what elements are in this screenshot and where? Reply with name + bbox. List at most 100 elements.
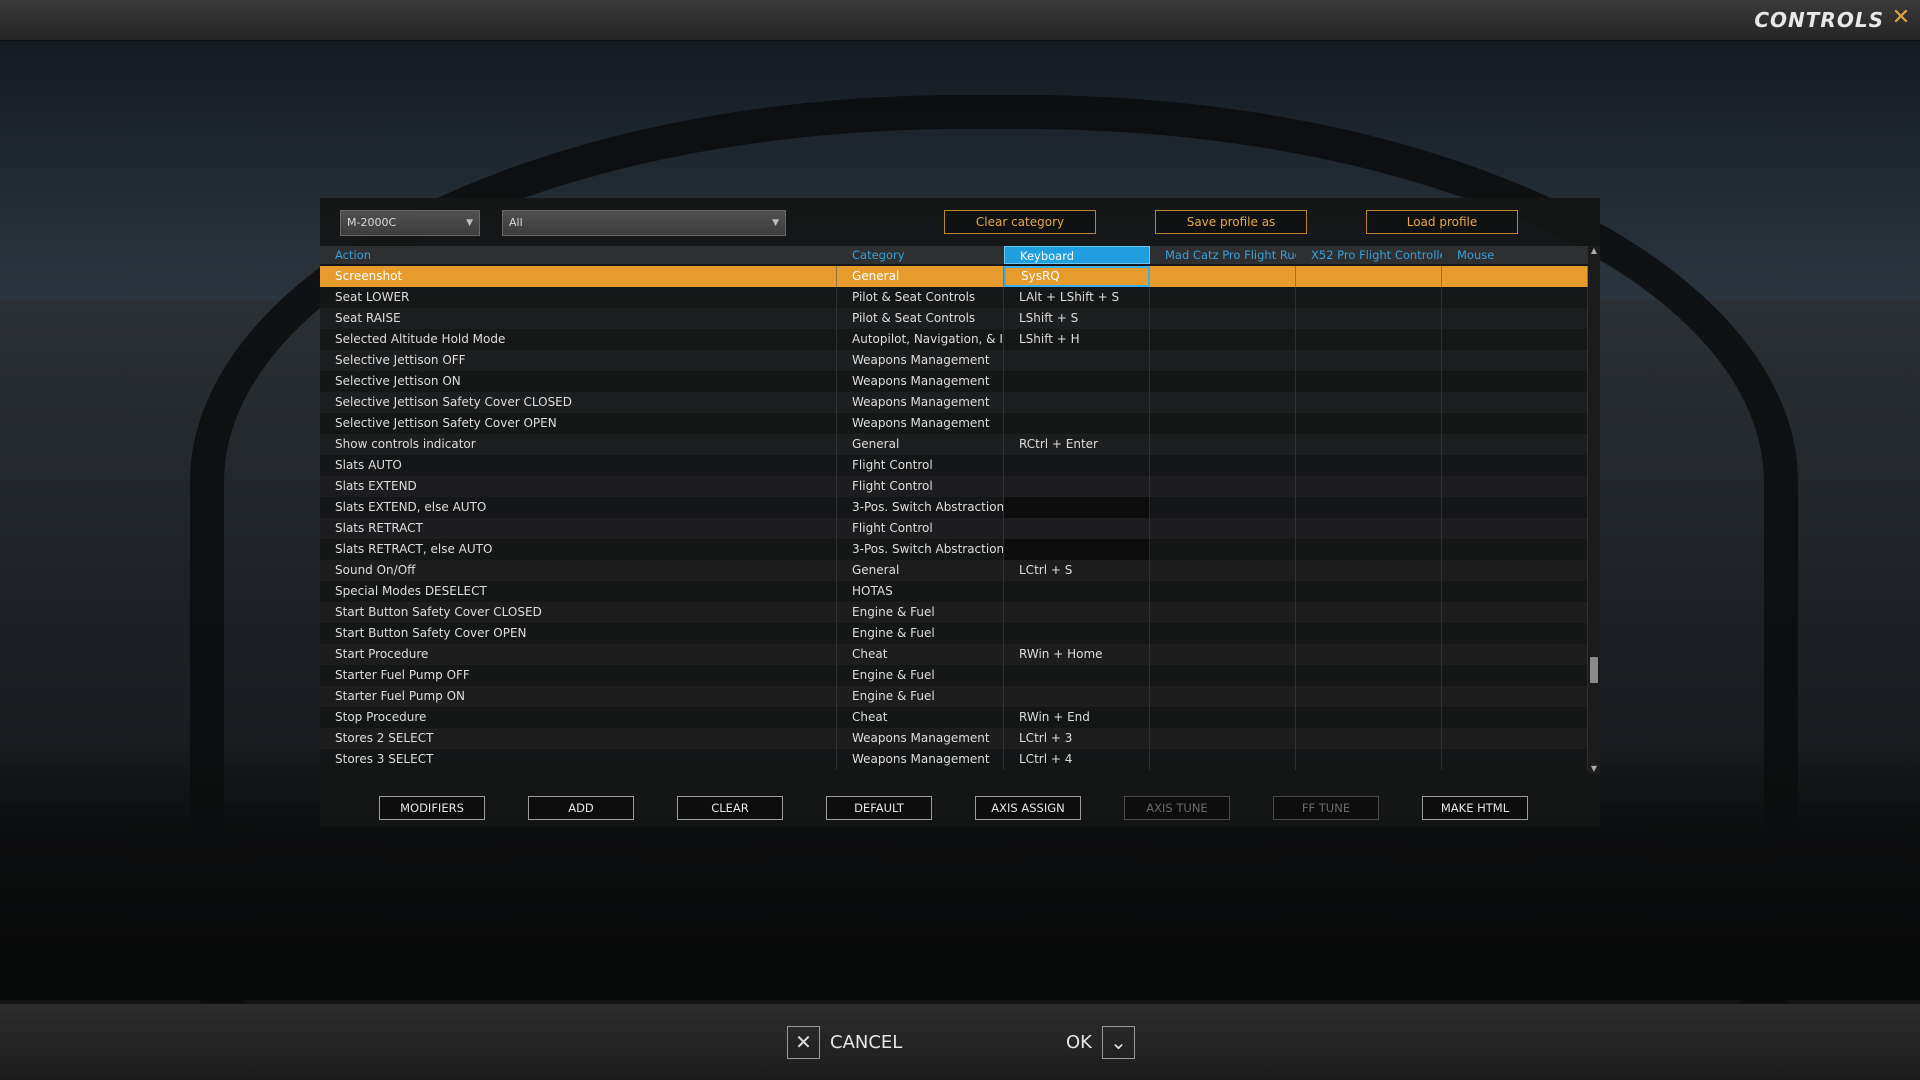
column-header-x52-controller[interactable]: X52 Pro Flight Controller	[1296, 246, 1442, 264]
table-row[interactable]: Slats EXTEND, else AUTO 3-Pos. Switch Abs…	[320, 497, 1588, 518]
x52-binding-cell[interactable]	[1296, 749, 1442, 770]
table-row[interactable]: Sound On/Off General LCtrl + S	[320, 560, 1588, 581]
x52-binding-cell[interactable]	[1296, 623, 1442, 644]
modifiers-button[interactable]: MODIFIERS	[379, 796, 485, 820]
keyboard-binding-cell[interactable]	[1004, 539, 1150, 560]
keyboard-binding-cell[interactable]	[1004, 413, 1150, 434]
x52-binding-cell[interactable]	[1296, 686, 1442, 707]
mouse-binding-cell[interactable]	[1442, 560, 1588, 581]
mouse-binding-cell[interactable]	[1442, 350, 1588, 371]
table-row[interactable]: Slats EXTEND Flight Control	[320, 476, 1588, 497]
mouse-binding-cell[interactable]	[1442, 644, 1588, 665]
column-header-mouse[interactable]: Mouse	[1442, 246, 1588, 264]
table-row[interactable]: Starter Fuel Pump ON Engine & Fuel	[320, 686, 1588, 707]
madcatz-binding-cell[interactable]	[1150, 434, 1296, 455]
keyboard-binding-cell[interactable]	[1004, 518, 1150, 539]
x52-binding-cell[interactable]	[1296, 581, 1442, 602]
table-row[interactable]: Starter Fuel Pump OFF Engine & Fuel	[320, 665, 1588, 686]
keyboard-binding-cell[interactable]	[1004, 497, 1150, 518]
madcatz-binding-cell[interactable]	[1150, 539, 1296, 560]
keyboard-binding-cell[interactable]	[1004, 665, 1150, 686]
madcatz-binding-cell[interactable]	[1150, 476, 1296, 497]
column-header-madcatz-rudder[interactable]: Mad Catz Pro Flight Rudder	[1150, 246, 1296, 264]
table-row[interactable]: Stores 2 SELECT Weapons Management LCtrl +…	[320, 728, 1588, 749]
x52-binding-cell[interactable]	[1296, 329, 1442, 350]
madcatz-binding-cell[interactable]	[1150, 287, 1296, 308]
x52-binding-cell[interactable]	[1296, 434, 1442, 455]
table-row[interactable]: Slats RETRACT Flight Control	[320, 518, 1588, 539]
madcatz-binding-cell[interactable]	[1150, 497, 1296, 518]
aircraft-select[interactable]: M-2000C ▼	[340, 210, 480, 236]
mouse-binding-cell[interactable]	[1442, 413, 1588, 434]
mouse-binding-cell[interactable]	[1442, 665, 1588, 686]
mouse-binding-cell[interactable]	[1442, 308, 1588, 329]
x52-binding-cell[interactable]	[1296, 644, 1442, 665]
keyboard-binding-cell[interactable]	[1004, 455, 1150, 476]
keyboard-binding-cell[interactable]: RWin + Home	[1004, 644, 1150, 665]
mouse-binding-cell[interactable]	[1442, 434, 1588, 455]
table-row[interactable]: Selective Jettison Safety Cover OPEN Weap…	[320, 413, 1588, 434]
table-row[interactable]: Seat LOWER Pilot & Seat Controls LAlt + LS…	[320, 287, 1588, 308]
madcatz-binding-cell[interactable]	[1150, 623, 1296, 644]
keyboard-binding-cell[interactable]	[1004, 686, 1150, 707]
keyboard-binding-cell[interactable]	[1004, 476, 1150, 497]
keyboard-binding-cell[interactable]: SysRQ	[1004, 266, 1150, 287]
madcatz-binding-cell[interactable]	[1150, 749, 1296, 770]
scrollbar-thumb[interactable]	[1590, 657, 1598, 683]
table-row[interactable]: Special Modes DESELECT HOTAS	[320, 581, 1588, 602]
column-header-keyboard[interactable]: Keyboard	[1004, 246, 1150, 264]
table-row[interactable]: Slats RETRACT, else AUTO 3-Pos. Switch Ab…	[320, 539, 1588, 560]
scroll-up-icon[interactable]: ▲	[1588, 246, 1600, 256]
madcatz-binding-cell[interactable]	[1150, 518, 1296, 539]
keyboard-binding-cell[interactable]: LCtrl + 4	[1004, 749, 1150, 770]
x52-binding-cell[interactable]	[1296, 497, 1442, 518]
x52-binding-cell[interactable]	[1296, 287, 1442, 308]
save-profile-button[interactable]: Save profile as	[1155, 210, 1307, 234]
mouse-binding-cell[interactable]	[1442, 371, 1588, 392]
x52-binding-cell[interactable]	[1296, 308, 1442, 329]
table-row[interactable]: Stores 3 SELECT Weapons Management LCtrl +…	[320, 749, 1588, 770]
mouse-binding-cell[interactable]	[1442, 581, 1588, 602]
madcatz-binding-cell[interactable]	[1150, 707, 1296, 728]
keyboard-binding-cell[interactable]	[1004, 623, 1150, 644]
keyboard-binding-cell[interactable]	[1004, 602, 1150, 623]
x52-binding-cell[interactable]	[1296, 560, 1442, 581]
madcatz-binding-cell[interactable]	[1150, 392, 1296, 413]
madcatz-binding-cell[interactable]	[1150, 602, 1296, 623]
keyboard-binding-cell[interactable]	[1004, 350, 1150, 371]
mouse-binding-cell[interactable]	[1442, 497, 1588, 518]
mouse-binding-cell[interactable]	[1442, 392, 1588, 413]
x52-binding-cell[interactable]	[1296, 350, 1442, 371]
mouse-binding-cell[interactable]	[1442, 686, 1588, 707]
madcatz-binding-cell[interactable]	[1150, 455, 1296, 476]
keyboard-binding-cell[interactable]: LCtrl + 3	[1004, 728, 1150, 749]
madcatz-binding-cell[interactable]	[1150, 560, 1296, 581]
x52-binding-cell[interactable]	[1296, 371, 1442, 392]
mouse-binding-cell[interactable]	[1442, 539, 1588, 560]
x52-binding-cell[interactable]	[1296, 266, 1442, 287]
table-row[interactable]: Selected Altitude Hold Mode Autopilot, Na…	[320, 329, 1588, 350]
load-profile-button[interactable]: Load profile	[1366, 210, 1518, 234]
mouse-binding-cell[interactable]	[1442, 266, 1588, 287]
madcatz-binding-cell[interactable]	[1150, 728, 1296, 749]
mouse-binding-cell[interactable]	[1442, 728, 1588, 749]
x52-binding-cell[interactable]	[1296, 392, 1442, 413]
madcatz-binding-cell[interactable]	[1150, 266, 1296, 287]
table-row[interactable]: Selective Jettison ON Weapons Management	[320, 371, 1588, 392]
table-row[interactable]: Start Button Safety Cover CLOSED Engine &…	[320, 602, 1588, 623]
keyboard-binding-cell[interactable]	[1004, 392, 1150, 413]
category-filter-select[interactable]: All ▼	[502, 210, 786, 236]
madcatz-binding-cell[interactable]	[1150, 686, 1296, 707]
x52-binding-cell[interactable]	[1296, 455, 1442, 476]
mouse-binding-cell[interactable]	[1442, 287, 1588, 308]
make-html-button[interactable]: MAKE HTML	[1422, 796, 1528, 820]
x52-binding-cell[interactable]	[1296, 476, 1442, 497]
madcatz-binding-cell[interactable]	[1150, 371, 1296, 392]
table-row[interactable]: Start Button Safety Cover OPEN Engine & F…	[320, 623, 1588, 644]
mouse-binding-cell[interactable]	[1442, 455, 1588, 476]
mouse-binding-cell[interactable]	[1442, 518, 1588, 539]
mouse-binding-cell[interactable]	[1442, 623, 1588, 644]
ok-button[interactable]: OK ⌄	[1066, 1024, 1135, 1060]
x52-binding-cell[interactable]	[1296, 707, 1442, 728]
x52-binding-cell[interactable]	[1296, 602, 1442, 623]
